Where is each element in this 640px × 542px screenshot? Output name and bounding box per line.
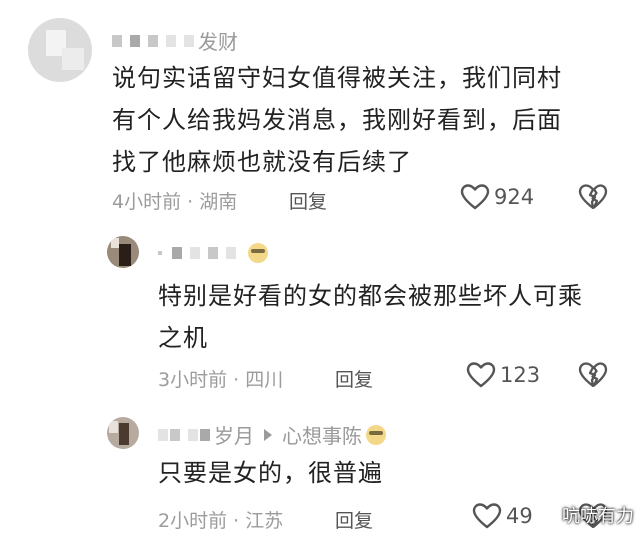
- comment-text: 说句实话留守妇女值得被关注，我们同村 有个人给我妈发消息，我刚好看到，后面 找了…: [112, 57, 562, 183]
- heart-icon: [466, 362, 496, 388]
- avatar[interactable]: [107, 417, 139, 449]
- comment-line: 说句实话留守妇女值得被关注，我们同村: [112, 64, 562, 92]
- comment-meta: 4小时前 · 湖南: [112, 187, 237, 214]
- reply-button[interactable]: 回复: [289, 187, 327, 214]
- comment-line: 只要是女的，很普遍: [158, 459, 383, 487]
- location: 湖南: [199, 191, 238, 213]
- comment-line: 找了他麻烦也就没有后续了: [112, 148, 412, 176]
- reply-button[interactable]: 回复: [335, 365, 373, 392]
- comment-thread: 发财 说句实话留守妇女值得被关注，我们同村 有个人给我妈发消息，我刚好看到，后面…: [0, 0, 640, 542]
- like-button[interactable]: 49: [472, 502, 533, 530]
- broken-heart-icon: [578, 362, 608, 388]
- comment-meta: 2小时前 · 江苏: [158, 506, 283, 533]
- reply-to-user[interactable]: 心想事陈: [282, 420, 362, 449]
- like-button[interactable]: 924: [460, 183, 534, 211]
- avatar[interactable]: [28, 18, 92, 82]
- reply-button[interactable]: 回复: [335, 506, 373, 533]
- like-count: 924: [494, 185, 535, 209]
- comment-text: 特别是好看的女的都会被那些坏人可乘 之机: [158, 275, 583, 359]
- cool-emoji-icon: [248, 243, 268, 263]
- meta-separator: ·: [227, 510, 246, 532]
- like-count: 123: [500, 363, 541, 387]
- comment-text: 只要是女的，很普遍: [158, 452, 383, 494]
- comment-line: 之机: [158, 324, 208, 352]
- reply-arrow-icon: [264, 428, 272, 441]
- location: 四川: [245, 369, 284, 391]
- dislike-button[interactable]: [578, 183, 608, 215]
- watermark: 吭哧有力: [562, 506, 634, 527]
- meta-separator: ·: [181, 191, 200, 213]
- like-button[interactable]: 123: [466, 361, 540, 389]
- heart-icon: [460, 184, 490, 210]
- username[interactable]: [158, 243, 268, 263]
- cool-emoji-icon: [366, 424, 386, 445]
- timestamp: 3小时前: [158, 369, 228, 391]
- meta-separator: ·: [227, 369, 246, 391]
- username[interactable]: 岁月 心想事陈: [158, 420, 386, 449]
- like-count: 49: [506, 504, 533, 528]
- comment-line: 有个人给我妈发消息，我刚好看到，后面: [112, 106, 562, 134]
- location: 江苏: [245, 510, 284, 532]
- username[interactable]: 发财: [112, 26, 238, 55]
- heart-icon: [472, 503, 502, 529]
- comment-meta: 3小时前 · 四川: [158, 365, 283, 392]
- dislike-button[interactable]: [578, 361, 608, 393]
- username-text: 岁月: [214, 424, 254, 448]
- broken-heart-icon: [578, 184, 608, 210]
- timestamp: 4小时前: [112, 191, 182, 213]
- timestamp: 2小时前: [158, 510, 228, 532]
- comment-line: 特别是好看的女的都会被那些坏人可乘: [158, 282, 583, 310]
- username-text: 发财: [198, 30, 238, 54]
- avatar[interactable]: [107, 236, 139, 268]
